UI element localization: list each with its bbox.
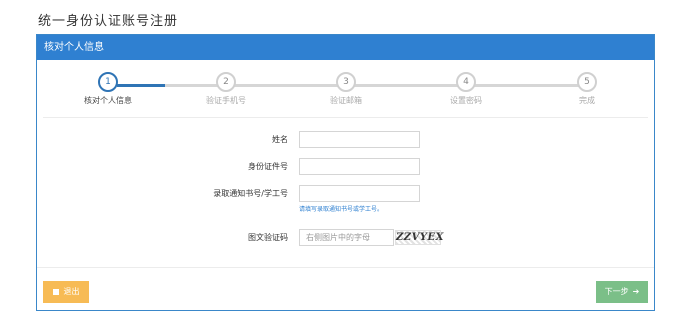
step-4: 4 设置密码 [426,72,506,106]
admission-input[interactable] [299,185,420,202]
id-number-input[interactable] [299,158,420,175]
step-5-number: 5 [577,72,597,92]
captcha-label: 图文验证码 [248,233,288,242]
exit-button[interactable]: 退出 [43,281,89,303]
id-number-label: 身份证件号 [248,162,288,171]
stop-icon [52,288,59,295]
step-4-number: 4 [456,72,476,92]
admission-label: 录取通知书号/学工号 [213,189,288,198]
step-1-label: 核对个人信息 [84,96,132,105]
name-label: 姓名 [272,135,288,144]
step-2: 2 验证手机号 [186,72,266,106]
footer-divider [37,267,654,268]
captcha-image[interactable]: ZZVYEX [395,230,443,245]
panel-header: 核对个人信息 [37,35,654,60]
step-4-label: 设置密码 [450,96,482,105]
name-row: 姓名 [37,131,654,149]
name-input[interactable] [299,131,420,148]
step-2-label: 验证手机号 [206,96,246,105]
step-3-number: 3 [336,72,356,92]
arrow-right-icon: ➔ [632,287,640,296]
progress-steps: 1 核对个人信息 2 验证手机号 3 验证邮箱 4 设置密码 5 完成 [37,60,654,115]
admission-hint: 请填写录取通知书号或学工号。 [299,206,384,213]
id-number-row: 身份证件号 [37,158,654,176]
exit-label: 退出 [63,287,80,296]
page-title: 统一身份认证账号注册 [38,14,179,29]
step-1: 1 核对个人信息 [68,72,148,106]
steps-divider [43,117,648,118]
step-3-label: 验证邮箱 [330,96,362,105]
captcha-row: 图文验证码 ZZVYEX [37,229,654,247]
step-2-number: 2 [216,72,236,92]
step-5-label: 完成 [579,96,595,105]
next-label: 下一步 [604,287,629,296]
step-3: 3 验证邮箱 [306,72,386,106]
next-button[interactable]: 下一步 ➔ [596,281,648,303]
registration-panel: 核对个人信息 1 核对个人信息 2 验证手机号 3 验证邮箱 4 设置密码 5 … [36,34,655,311]
step-1-number: 1 [98,72,118,92]
captcha-input[interactable] [299,229,394,246]
step-5: 5 完成 [547,72,627,106]
admission-row: 录取通知书号/学工号 请填写录取通知书号或学工号。 [37,185,654,213]
